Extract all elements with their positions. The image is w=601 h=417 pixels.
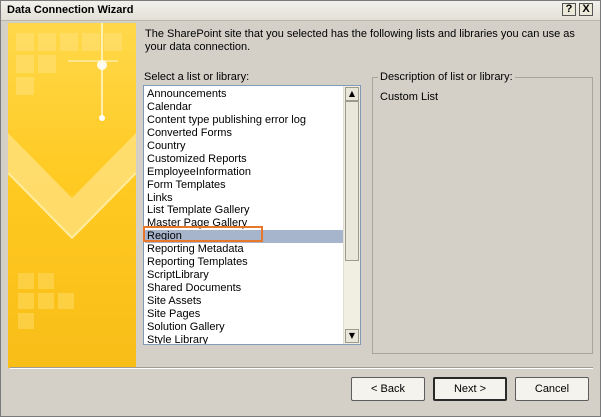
list-item[interactable]: Calendar — [145, 101, 345, 114]
footer-divider — [10, 367, 593, 369]
list-item-selected[interactable]: Region — [145, 230, 345, 244]
scroll-up-arrow-icon[interactable]: ▲ — [345, 87, 359, 101]
cancel-button[interactable]: Cancel — [515, 377, 589, 401]
list-items: Announcements Calendar Content type publis… — [145, 88, 345, 344]
wizard-window: Data Connection Wizard ? X The SharePoin… — [0, 0, 601, 417]
list-item[interactable]: Announcements — [145, 88, 345, 101]
list-item[interactable]: Content type publishing error log — [145, 114, 345, 127]
back-button[interactable]: < Back — [351, 377, 425, 401]
list-library-listbox[interactable]: Announcements Calendar Content type publis… — [143, 85, 361, 345]
close-button[interactable]: X — [579, 3, 593, 16]
list-item[interactable]: Links — [145, 192, 345, 205]
list-item[interactable]: Master Page Gallery — [145, 217, 345, 230]
wizard-banner-graphic — [8, 23, 136, 368]
list-item[interactable]: Reporting Templates — [145, 256, 345, 269]
list-label: Select a list or library: — [144, 71, 250, 83]
description-group — [372, 77, 593, 354]
vertical-scrollbar[interactable]: ▲ ▼ — [343, 86, 360, 344]
list-item[interactable]: Form Templates — [145, 179, 345, 192]
title-bar: Data Connection Wizard ? X — [1, 1, 600, 21]
list-item[interactable]: EmployeeInformation — [145, 166, 345, 179]
help-button[interactable]: ? — [562, 3, 576, 16]
list-item[interactable]: List Template Gallery — [145, 204, 345, 217]
description-value: Custom List — [380, 91, 439, 103]
list-item[interactable]: Site Assets — [145, 295, 345, 308]
list-item[interactable]: ScriptLibrary — [145, 269, 345, 282]
list-item[interactable]: Customized Reports — [145, 153, 345, 166]
list-item[interactable]: Style Library — [145, 334, 345, 344]
list-item[interactable]: Shared Documents — [145, 282, 345, 295]
list-item[interactable]: Site Pages — [145, 308, 345, 321]
intro-text: The SharePoint site that you selected ha… — [145, 28, 575, 53]
list-item[interactable]: Converted Forms — [145, 127, 345, 140]
list-item[interactable]: Reporting Metadata — [145, 243, 345, 256]
list-item[interactable]: Solution Gallery — [145, 321, 345, 334]
scroll-down-arrow-icon[interactable]: ▼ — [345, 329, 359, 343]
window-title: Data Connection Wizard — [7, 4, 134, 16]
list-item[interactable]: Country — [145, 140, 345, 153]
description-label: Description of list or library: — [378, 71, 515, 83]
next-button[interactable]: Next > — [433, 377, 507, 401]
scroll-thumb[interactable] — [345, 101, 359, 261]
